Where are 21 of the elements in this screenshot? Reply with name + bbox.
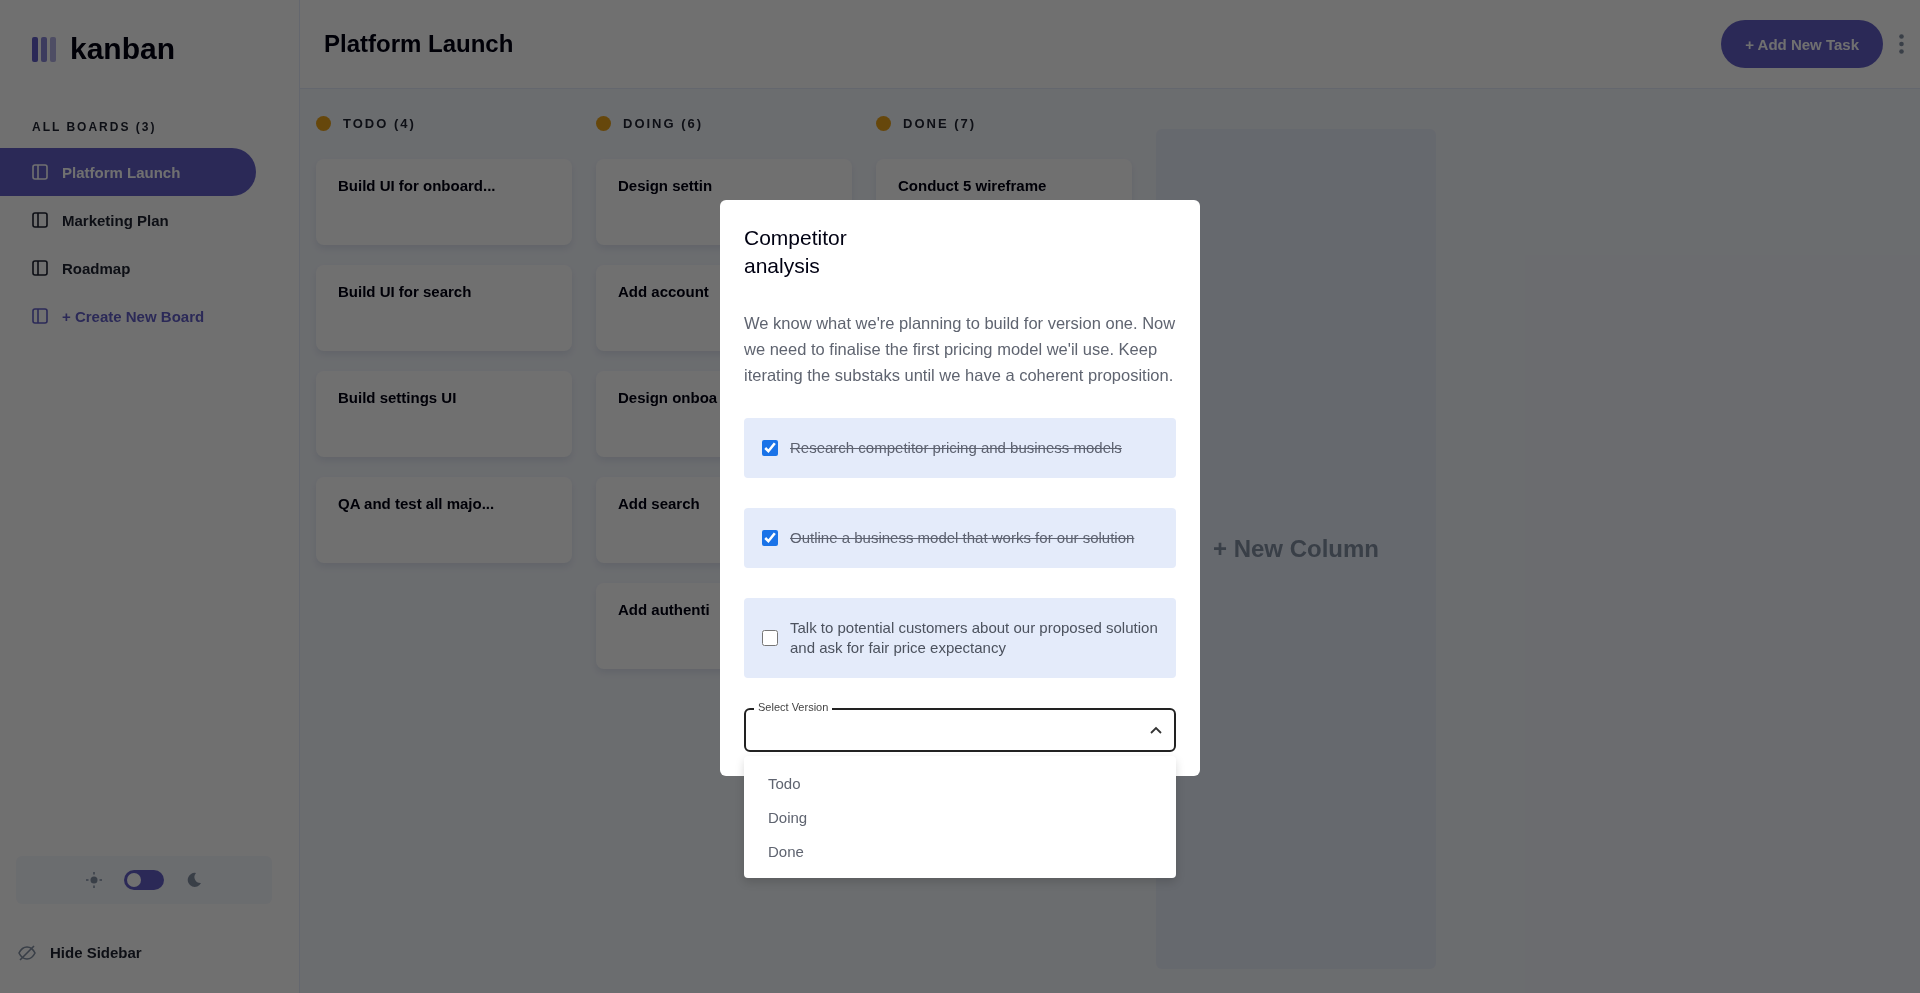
- board-title: Platform Launch: [324, 30, 515, 58]
- subtask-label: Outline a business model that works for our solution: [790, 528, 1135, 548]
- task-title: Design settin: [618, 177, 713, 194]
- task-title: Add search: [618, 495, 700, 512]
- task-title: Build UI for search: [338, 283, 472, 300]
- task-title: Build UI for onboard...: [338, 177, 496, 194]
- column-title: DONE (7): [903, 115, 977, 131]
- task-title: Conduct 5 wireframe: [898, 177, 1047, 194]
- section-title: ALL BOARDS (3): [32, 120, 158, 134]
- subtask-label: Research competitor pricing and business models: [790, 438, 1122, 458]
- task-title: Add account: [618, 283, 709, 300]
- select-label: Select Version: [754, 701, 833, 714]
- task-title: Design onboa: [618, 389, 718, 406]
- column-title: DOING (6): [623, 115, 704, 131]
- logo-text: kanban: [70, 32, 176, 66]
- task-title: Build settings UI: [338, 389, 457, 406]
- column-title: TODO (4): [343, 115, 416, 131]
- task-title-heading: Competitor analysis: [744, 225, 848, 279]
- subtask-label: Talk to potential customers about our proposed solution and ask for fair price expectancy: [790, 618, 1158, 658]
- task-title: Add authenti: [618, 601, 710, 618]
- task-title: QA and test all majo...: [338, 495, 495, 512]
